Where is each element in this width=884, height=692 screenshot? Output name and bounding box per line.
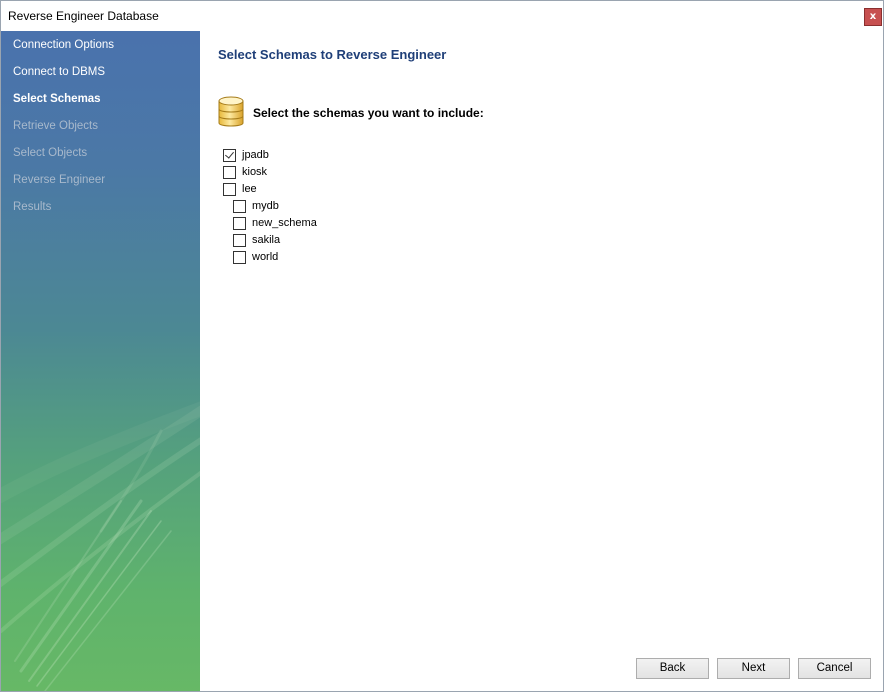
schema-checkbox[interactable]: [223, 148, 236, 162]
schema-item-new-schema[interactable]: new_schema: [233, 215, 317, 231]
wizard-steps-sidebar: Connection Options Connect to DBMS Selec…: [1, 31, 200, 691]
schema-item-sakila[interactable]: sakila: [233, 232, 280, 248]
step-reverse-engineer: Reverse Engineer: [13, 174, 106, 186]
schema-label: kiosk: [242, 166, 268, 178]
schema-label: mydb: [252, 200, 279, 212]
schemas-prompt: Select the schemas you want to include:: [253, 106, 484, 120]
schema-checkbox[interactable]: [233, 216, 246, 230]
schema-checkbox[interactable]: [233, 250, 246, 264]
schema-item-world[interactable]: world: [233, 249, 278, 265]
window-title: Reverse Engineer Database: [8, 9, 159, 23]
schema-label: new_schema: [252, 217, 317, 229]
step-select-schemas: Select Schemas: [13, 93, 101, 105]
schema-item-kiosk[interactable]: kiosk: [223, 164, 267, 180]
schema-item-lee[interactable]: lee: [223, 181, 257, 197]
schema-checkbox[interactable]: [223, 182, 236, 196]
back-button[interactable]: Back: [636, 658, 709, 679]
step-connection-options: Connection Options: [13, 39, 115, 51]
step-results: Results: [13, 201, 52, 213]
step-retrieve-objects: Retrieve Objects: [13, 120, 99, 132]
schema-label: jpadb: [242, 149, 269, 161]
close-icon: x: [869, 11, 877, 22]
step-select-objects: Select Objects: [13, 147, 88, 159]
step-connect-to-dbms: Connect to DBMS: [13, 66, 106, 78]
title-bar: Reverse Engineer Database x: [1, 1, 883, 31]
close-button[interactable]: x: [864, 8, 882, 26]
schema-label: sakila: [252, 234, 281, 246]
schema-label: world: [252, 251, 279, 263]
next-button[interactable]: Next: [717, 658, 790, 679]
schema-item-mydb[interactable]: mydb: [233, 198, 279, 214]
schema-checkbox[interactable]: [233, 199, 246, 213]
schema-label: lee: [242, 183, 257, 195]
cancel-button[interactable]: Cancel: [798, 658, 871, 679]
schema-item-jpadb[interactable]: jpadb: [223, 147, 269, 163]
schema-checkbox[interactable]: [223, 165, 236, 179]
page-title: Select Schemas to Reverse Engineer: [218, 47, 447, 62]
main-panel: Select Schemas to Reverse Engineer Selec…: [200, 31, 883, 691]
schema-checkbox[interactable]: [233, 233, 246, 247]
database-icon: [218, 96, 244, 127]
reverse-engineer-dialog: Reverse Engineer Database x Connection O…: [0, 0, 884, 692]
